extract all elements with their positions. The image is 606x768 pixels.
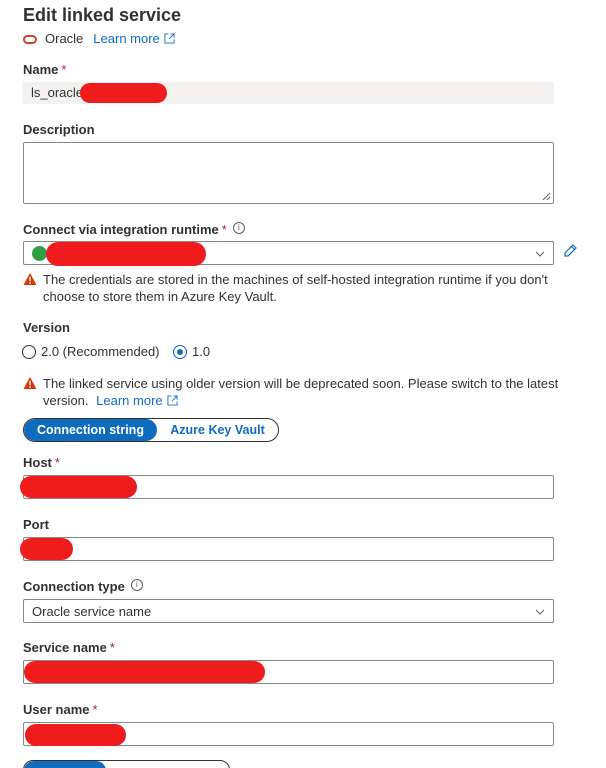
integration-runtime-label: Connect via integration runtime * i — [23, 222, 245, 237]
user-name-label: User name * — [23, 702, 98, 717]
redaction-mark — [25, 724, 126, 746]
name-label: Name * — [23, 62, 67, 77]
learn-more-text: Learn more — [93, 31, 160, 46]
version-learn-more-text: Learn more — [96, 393, 163, 408]
external-link-icon — [164, 33, 175, 44]
connection-type-value: Oracle service name — [32, 604, 152, 619]
connection-type-label: Connection type i — [23, 579, 143, 594]
redaction-mark — [80, 83, 167, 103]
pencil-edit-icon[interactable] — [562, 243, 578, 259]
azure-key-vault-tab[interactable]: Azure Key Vault — [157, 419, 278, 441]
learn-more-link[interactable]: Learn more — [93, 31, 175, 46]
service-name-label: Service name * — [23, 640, 115, 655]
info-icon[interactable]: i — [232, 222, 245, 234]
runtime-warning-text: The credentials are stored in the machin… — [43, 272, 548, 304]
service-type-label: Oracle — [45, 31, 84, 46]
version-option-1-label: 1.0 — [192, 344, 211, 359]
connection-type-dropdown[interactable]: Oracle service name — [23, 599, 554, 623]
redaction-mark — [24, 661, 265, 683]
auth-method-toggle: Connection string Azure Key Vault — [23, 418, 279, 442]
redaction-mark — [20, 476, 137, 498]
radio-button-selected[interactable] — [173, 345, 187, 359]
oracle-logo-icon — [23, 34, 37, 44]
version-option-2[interactable]: 2.0 (Recommended) — [22, 344, 160, 359]
warning-icon — [23, 377, 37, 389]
redaction-mark — [46, 242, 206, 266]
resize-handle-icon[interactable] — [542, 192, 551, 201]
host-label: Host * — [23, 455, 60, 470]
redaction-mark — [20, 538, 73, 560]
check-circle-icon — [32, 246, 47, 261]
info-icon[interactable]: i — [130, 579, 143, 591]
external-link-icon — [167, 395, 178, 406]
description-label: Description — [23, 122, 95, 137]
version-warning: The linked service using older version w… — [23, 375, 563, 409]
connection-string-tab[interactable]: Connection string — [24, 419, 157, 441]
runtime-warning: The credentials are stored in the machin… — [23, 271, 563, 305]
description-textarea[interactable] — [23, 142, 554, 204]
version-option-1[interactable]: 1.0 — [173, 344, 210, 359]
partial-toggle[interactable] — [23, 760, 230, 768]
port-input[interactable] — [23, 537, 554, 561]
radio-button[interactable] — [22, 345, 36, 359]
version-learn-more-link[interactable]: Learn more — [96, 392, 178, 409]
partial-toggle-selected — [24, 761, 106, 768]
page-title: Edit linked service — [23, 5, 182, 25]
service-type-row: Oracle Learn more — [23, 31, 175, 46]
chevron-down-icon — [535, 251, 545, 257]
version-label: Version — [23, 320, 70, 335]
port-label: Port — [23, 517, 49, 532]
warning-icon — [23, 273, 37, 285]
chevron-down-icon — [535, 609, 545, 615]
version-option-2-label: 2.0 (Recommended) — [41, 344, 160, 359]
version-warning-body: The linked service using older version w… — [43, 375, 563, 409]
